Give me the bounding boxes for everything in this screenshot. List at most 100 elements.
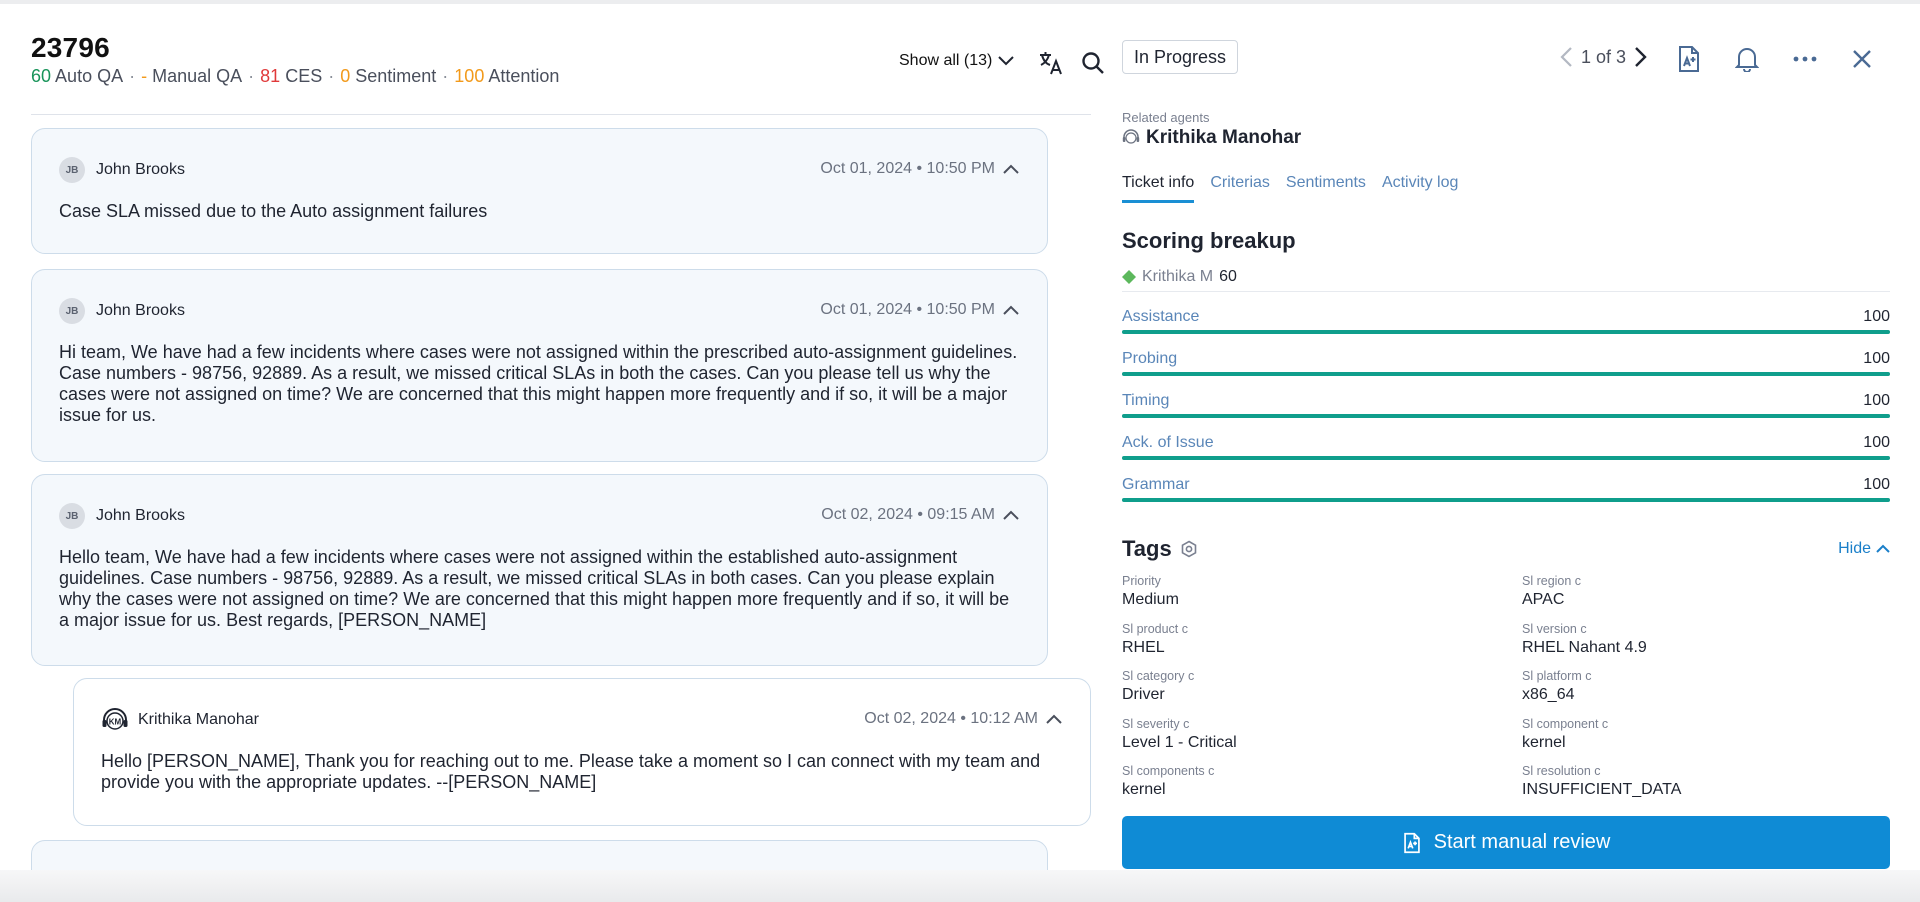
- attention-label: Attention: [488, 66, 560, 86]
- criteria-value: 100: [1863, 350, 1890, 367]
- chevron-up-icon: [1876, 544, 1890, 553]
- criteria-value: 100: [1863, 392, 1890, 409]
- chevron-down-icon: [998, 56, 1015, 66]
- tab-activity-log[interactable]: Activity log: [1382, 174, 1458, 203]
- related-agent[interactable]: Krithika Manohar: [1122, 127, 1301, 149]
- message-card: JB John Brooks Oct 01, 2024 • 10:50 PM C…: [31, 128, 1048, 254]
- message-body: Case SLA missed due to the Auto assignme…: [59, 201, 488, 221]
- chevron-up-icon[interactable]: [1003, 304, 1019, 316]
- tag-value: Level 1 - Critical: [1122, 733, 1237, 751]
- message-time: Oct 01, 2024 • 10:50 PM: [820, 160, 995, 177]
- criteria-row: Grammar 100: [1122, 476, 1890, 506]
- start-manual-review-button[interactable]: Start manual review: [1122, 816, 1890, 869]
- criteria-row: Probing 100: [1122, 350, 1890, 380]
- tag-item: Sl region c APAC: [1522, 574, 1902, 609]
- settings-hexagon-icon[interactable]: [1180, 540, 1198, 558]
- criteria-label[interactable]: Timing: [1122, 392, 1169, 410]
- tag-item: Sl components c kernel: [1122, 764, 1502, 799]
- detail-tabs: Ticket info Criterias Sentiments Activit…: [1122, 174, 1458, 203]
- status-badge[interactable]: In Progress: [1122, 40, 1239, 74]
- hide-label: Hide: [1838, 540, 1871, 557]
- hide-tags-button[interactable]: Hide: [1838, 540, 1890, 558]
- criteria-bar-track: [1122, 372, 1890, 376]
- tag-key: Priority: [1122, 574, 1161, 588]
- criteria-label[interactable]: Ack. of Issue: [1122, 434, 1214, 452]
- message-card: JB John Brooks Oct 02, 2024 • 09:15 AM H…: [31, 474, 1048, 666]
- tag-key: Sl component c: [1522, 716, 1609, 731]
- tag-item: Sl product c RHEL: [1122, 622, 1502, 657]
- tag-key: Sl resolution c: [1522, 764, 1601, 778]
- criteria-label[interactable]: Probing: [1122, 350, 1177, 368]
- tag-key: Sl severity c: [1122, 716, 1190, 731]
- ces-label: CES: [285, 66, 323, 86]
- tab-sentiments[interactable]: Sentiments: [1286, 174, 1366, 203]
- tag-key: Sl version c: [1522, 621, 1587, 636]
- message-author: John Brooks: [96, 302, 185, 319]
- message-time: Oct 02, 2024 • 10:12 AM: [864, 710, 1038, 727]
- bell-icon[interactable]: [1732, 44, 1762, 74]
- criteria-bar-track: [1122, 456, 1890, 460]
- tag-value: RHEL: [1122, 638, 1165, 656]
- attention-score: 100: [454, 66, 485, 86]
- search-icon[interactable]: [1079, 49, 1107, 77]
- score-separator: ·: [248, 66, 255, 86]
- pager: 1 of 3: [1559, 46, 1648, 68]
- score-divider: [1122, 291, 1890, 292]
- tag-value: kernel: [1122, 781, 1166, 798]
- score-separator: ·: [442, 66, 449, 86]
- criteria-bar-fill: [1122, 414, 1890, 418]
- sentiment-score: 0: [340, 66, 351, 86]
- ai-document-icon: [1403, 832, 1420, 853]
- tag-item: Sl version c RHEL Nahant 4.9: [1522, 622, 1902, 657]
- tag-item: Sl resolution c INSUFFICIENT_DATA: [1522, 764, 1902, 799]
- details-pane: In Progress 1 of 3 Related agents Krithi…: [1122, 4, 1890, 902]
- tag-key: Sl product c: [1122, 621, 1189, 636]
- criteria-bar-track: [1122, 414, 1890, 418]
- criteria-label[interactable]: Grammar: [1122, 476, 1190, 494]
- avatar: JB: [59, 157, 85, 183]
- manual-qa-score: -: [141, 66, 148, 86]
- chevron-left-icon[interactable]: [1559, 46, 1573, 68]
- tag-value: INSUFFICIENT_DATA: [1522, 781, 1682, 798]
- related-agents-label: Related agents: [1122, 110, 1210, 125]
- score-separator: ·: [328, 66, 335, 86]
- tag-key: Sl platform c: [1522, 669, 1592, 683]
- ticket-scores: 60 Auto QA · - Manual QA · 81 CES · 0 Sentimen…: [31, 66, 559, 87]
- tab-criterias[interactable]: Criterias: [1210, 174, 1270, 203]
- show-all-label: Show all (13): [899, 52, 993, 69]
- sentiment-label: Sentiment: [355, 66, 437, 86]
- agent-headset-avatar: KM: [102, 708, 128, 730]
- criteria-bar-track: [1122, 498, 1890, 502]
- criteria-row: Timing 100: [1122, 392, 1890, 422]
- tag-item: Sl component c kernel: [1522, 717, 1902, 752]
- related-agent-name: Krithika Manohar: [1146, 127, 1302, 148]
- tag-value: kernel: [1522, 733, 1566, 751]
- chevron-right-icon[interactable]: [1634, 46, 1648, 68]
- tag-key: Sl components c: [1122, 764, 1215, 778]
- criteria-value: 100: [1863, 308, 1890, 325]
- tab-ticket-info[interactable]: Ticket info: [1122, 174, 1195, 203]
- tag-value: x86_64: [1522, 686, 1575, 703]
- chevron-up-icon[interactable]: [1003, 163, 1019, 175]
- criteria-bar-track: [1122, 330, 1890, 334]
- translate-icon[interactable]: [1037, 49, 1065, 77]
- close-icon[interactable]: [1847, 44, 1877, 74]
- chevron-up-icon[interactable]: [1046, 713, 1062, 725]
- avatar: JB: [59, 503, 85, 529]
- auto-qa-score: 60: [31, 66, 52, 86]
- tag-key: Sl region c: [1522, 574, 1582, 588]
- chevron-up-icon[interactable]: [1003, 509, 1019, 521]
- message-author: Krithika Manohar: [138, 711, 259, 728]
- criteria-label[interactable]: Assistance: [1122, 308, 1199, 326]
- criteria-value: 100: [1863, 476, 1890, 493]
- manual-qa-label: Manual QA: [152, 66, 243, 86]
- scoring-breakup-title: Scoring breakup: [1122, 228, 1296, 253]
- show-all-dropdown[interactable]: Show all (13): [899, 52, 1015, 70]
- pager-label: 1 of 3: [1581, 46, 1627, 67]
- avatar-initials: KM: [109, 718, 122, 727]
- message-body: Hello team, We have had a few incidents …: [59, 547, 1010, 630]
- more-options-icon[interactable]: [1790, 44, 1820, 74]
- message-author: John Brooks: [96, 161, 185, 178]
- tag-item: Sl category c Driver: [1122, 669, 1502, 704]
- ai-document-icon[interactable]: [1674, 44, 1704, 74]
